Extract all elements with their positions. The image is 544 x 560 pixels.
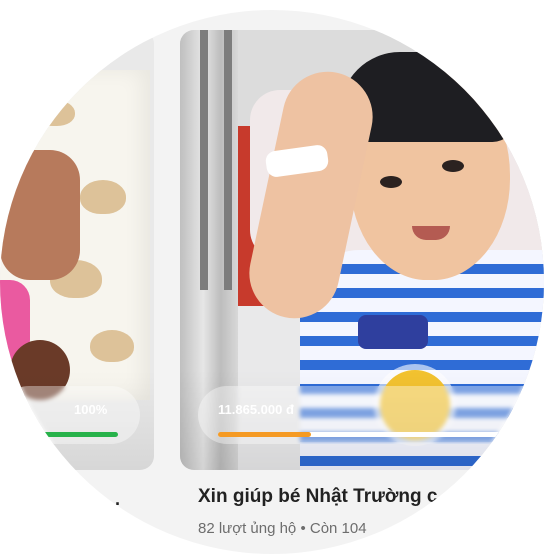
progress-bar	[218, 432, 544, 437]
progress-bar-fill	[40, 432, 118, 437]
campaign-meta: 82 lượt ủng hộ • Còn 104	[198, 520, 367, 537]
campaign-title-previous[interactable]: ·	[115, 494, 135, 515]
progress-bar-fill	[218, 432, 311, 437]
campaign-card-current[interactable]: 11.865.000 đ	[180, 30, 544, 470]
campaign-card-previous[interactable]: 100%	[0, 30, 154, 470]
progress-percent: 100%	[74, 402, 108, 417]
raised-amount: 11.865.000 đ	[218, 402, 294, 417]
progress-bar	[40, 432, 118, 437]
campaign-carousel: 100% 11.865.000 đ · Xin giúp bé Nhật Trư…	[0, 10, 544, 554]
campaign-title[interactable]: Xin giúp bé Nhật Trường c	[198, 486, 528, 508]
